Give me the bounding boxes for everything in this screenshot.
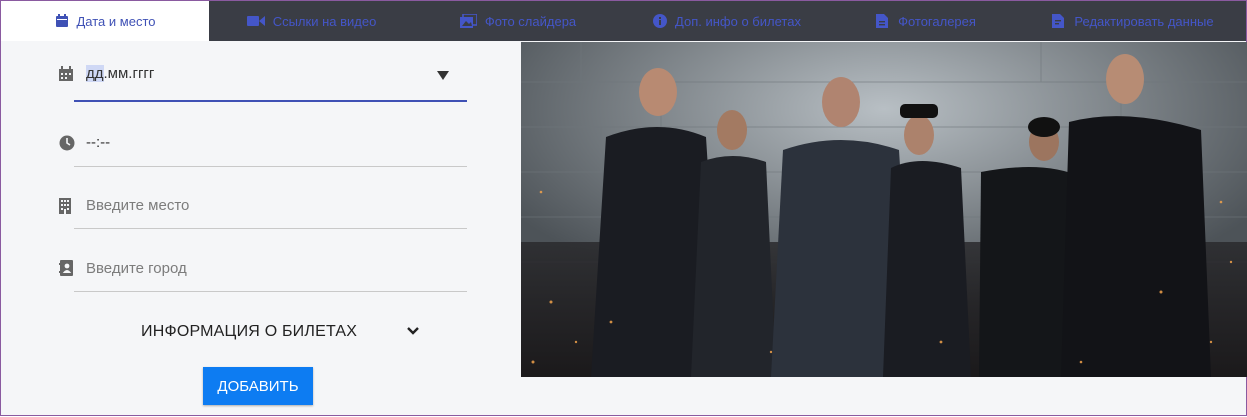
tab-label: Дата и место xyxy=(76,13,156,29)
dropdown-arrow-icon[interactable] xyxy=(437,71,449,80)
date-rest: .мм.гггг xyxy=(103,65,155,82)
event-form: дд.мм.гггг --:-- Введите место Введите г… xyxy=(1,41,520,417)
chevron-down-icon[interactable] xyxy=(406,324,420,338)
tab-slider-photos[interactable]: Фото слайдера xyxy=(414,1,622,41)
info-icon xyxy=(653,14,668,28)
tab-bar: Дата и место Ссылки на видео Фото слайде… xyxy=(1,1,1246,41)
building-icon xyxy=(59,198,73,214)
file-edit-icon xyxy=(1052,14,1066,28)
tab-date-place[interactable]: Дата и место xyxy=(1,1,209,41)
contact-book-icon xyxy=(59,260,73,276)
time-value: --:-- xyxy=(86,134,111,151)
video-camera-icon xyxy=(246,14,265,28)
tab-label: Доп. инфо о билетах xyxy=(675,13,801,29)
tab-label: Ссылки на видео xyxy=(272,13,377,29)
city-placeholder: Введите город xyxy=(86,260,187,277)
time-input[interactable]: --:-- xyxy=(74,125,467,167)
tab-ticket-info[interactable]: Доп. инфо о билетах xyxy=(622,1,832,41)
add-button[interactable]: ДОБАВИТЬ xyxy=(203,367,313,405)
image-gallery-icon xyxy=(459,13,478,28)
place-input[interactable]: Введите место xyxy=(74,187,467,229)
app-frame: Дата и место Ссылки на видео Фото слайде… xyxy=(0,0,1247,416)
tab-label: Фотогалерея xyxy=(898,13,976,29)
date-input[interactable]: дд.мм.гггг xyxy=(74,61,467,102)
tab-label: Редактировать данные xyxy=(1074,13,1214,29)
file-icon xyxy=(876,14,890,28)
tab-photo-gallery[interactable]: Фотогалерея xyxy=(832,1,1020,41)
clock-icon xyxy=(59,135,75,151)
tab-video-links[interactable]: Ссылки на видео xyxy=(209,1,414,41)
calendar-icon xyxy=(55,14,69,28)
date-day-segment: дд xyxy=(86,65,104,82)
calendar-icon xyxy=(59,66,73,82)
event-photo xyxy=(521,42,1247,377)
city-input[interactable]: Введите город xyxy=(74,250,467,292)
ticket-info-toggle[interactable]: ИНФОРМАЦИЯ О БИЛЕТАХ xyxy=(141,323,357,341)
tab-edit-data[interactable]: Редактировать данные xyxy=(1020,1,1246,41)
tab-label: Фото слайдера xyxy=(484,13,577,29)
place-placeholder: Введите место xyxy=(86,197,190,214)
